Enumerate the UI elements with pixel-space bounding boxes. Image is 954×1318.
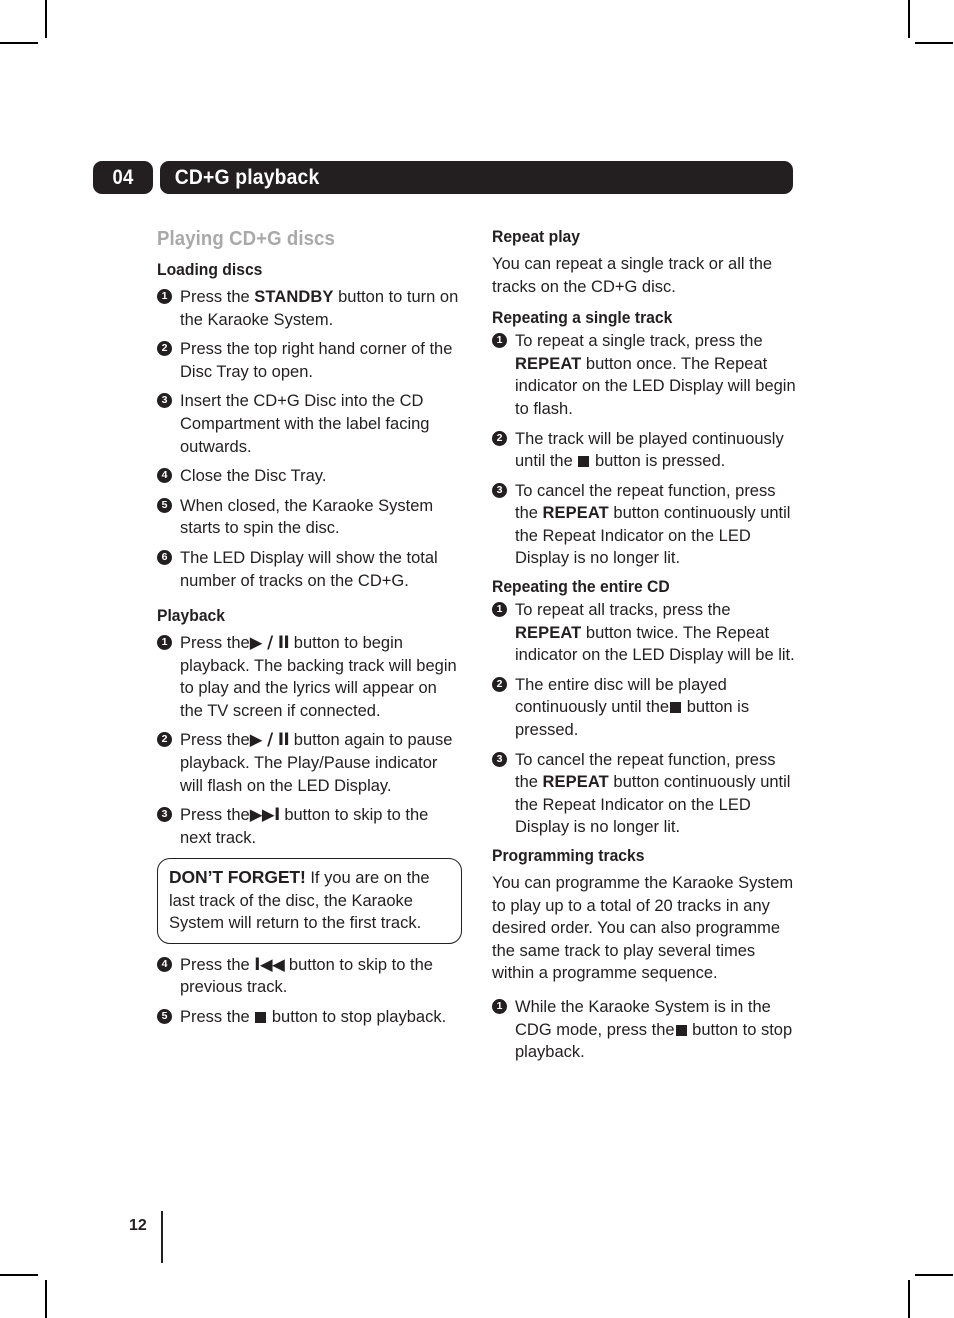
step-number-badge: 5 (157, 1008, 172, 1024)
instruction-step: 3 To cancel the repeat function, press th… (492, 749, 797, 839)
instruction-step: 4 Press the I◀◀ button to skip to the pre… (157, 954, 462, 999)
crop-mark-bottom-right-horizontal (915, 1274, 953, 1276)
instruction-step: 2 The track will be played continuously u… (492, 428, 797, 473)
instruction-step: 2 Press the▶ / II button again to pause p… (157, 729, 462, 797)
step-number-badge: 1 (157, 288, 172, 304)
button-name-label: REPEAT (515, 354, 582, 373)
footer-rule (161, 1211, 163, 1263)
instruction-step: 4 Close the Disc Tray. (157, 465, 462, 488)
steps-playback-after-callout: 4 Press the I◀◀ button to skip to the pre… (157, 954, 462, 1029)
heading-repeating-entire-cd: Repeating the entire CD (492, 578, 670, 597)
stop-button-icon (255, 1011, 267, 1023)
instruction-step: 1 Press the STANDBY button to turn on the… (157, 286, 462, 331)
crop-mark-top-left-vertical (45, 0, 47, 38)
steps-playback-before-callout: 1 Press the▶ / II button to begin playbac… (157, 632, 462, 849)
stop-button-icon (670, 702, 682, 714)
step-number-badge: 2 (157, 341, 172, 357)
instruction-step: 3 Insert the CD+G Disc into the CD Compar… (157, 390, 462, 458)
step-number-badge: 3 (492, 751, 507, 767)
heading-loading-discs: Loading discs (157, 261, 263, 279)
steps-programming-tracks: 1 While the Karaoke System is in the CDG … (492, 996, 797, 1064)
step-number-badge: 4 (157, 956, 172, 972)
heading-repeat-play: Repeat play (492, 228, 580, 246)
crop-mark-top-right-horizontal (915, 42, 953, 44)
instruction-step: 2 Press the top right hand corner of the … (157, 338, 462, 383)
transport-control-icon: ▶ / II (249, 633, 290, 653)
chapter-number-badge: 04 (93, 161, 153, 194)
chapter-title-bar: CD+G playback (160, 161, 793, 194)
dont-forget-callout: DON’T FORGET! If you are on the last tra… (157, 858, 462, 944)
instruction-step: 6 The LED Display will show the total num… (157, 547, 462, 592)
step-number-badge: 3 (492, 482, 507, 498)
right-column: Repeat play You can repeat a single trac… (492, 228, 797, 1071)
step-number-badge: 2 (492, 676, 507, 692)
crop-mark-top-right-vertical (908, 0, 910, 38)
steps-repeating-entire-cd: 1 To repeat all tracks, press the REPEAT … (492, 599, 797, 839)
paragraph-repeat-play-intro: You can repeat a single track or all the… (492, 254, 773, 296)
heading-repeating-single-track: Repeating a single track (492, 309, 673, 328)
heading-playback: Playback (157, 607, 225, 626)
instruction-step: 1 To repeat all tracks, press the REPEAT … (492, 599, 797, 667)
instruction-step: 1 To repeat a single track, press the REP… (492, 330, 797, 420)
step-number-badge: 2 (492, 430, 507, 446)
paragraph-programming-intro: You can programme the Karaoke System to … (492, 873, 794, 983)
section-title-playing-discs: Playing CD+G discs (157, 228, 335, 250)
callout-lead-label: DON’T FORGET! (169, 867, 306, 888)
heading-programming-tracks: Programming tracks (492, 846, 645, 865)
button-name-label: REPEAT (542, 504, 609, 523)
stop-button-icon (675, 1024, 687, 1036)
crop-mark-bottom-left-vertical (45, 1280, 47, 1318)
page-number: 12 (129, 1217, 147, 1234)
crop-mark-top-left-horizontal (0, 42, 38, 44)
button-name-label: STANDBY (254, 287, 334, 306)
steps-loading-discs: 1 Press the STANDBY button to turn on the… (157, 286, 462, 592)
chapter-header: 04 CD+G playback (93, 161, 793, 194)
steps-repeating-single-track: 1 To repeat a single track, press the REP… (492, 330, 797, 570)
step-number-badge: 1 (157, 635, 172, 651)
instruction-step: 5 When closed, the Karaoke System starts … (157, 495, 462, 540)
chapter-number-label: 04 (112, 165, 134, 189)
step-number-badge: 1 (492, 602, 507, 618)
page-title: CD+G playback (174, 165, 320, 189)
instruction-step: 3 To cancel the repeat function, press th… (492, 480, 797, 570)
left-column: Playing CD+G discs Loading discs 1 Press … (157, 228, 462, 1035)
instruction-step: 2 The entire disc will be played continuo… (492, 674, 797, 742)
stop-button-icon (578, 456, 590, 468)
step-number-badge: 1 (492, 998, 507, 1014)
button-name-label: REPEAT (542, 773, 609, 792)
instruction-step: 3 Press the▶▶I button to skip to the next… (157, 804, 462, 849)
transport-control-icon: I◀◀ (254, 954, 285, 974)
step-number-badge: 2 (157, 732, 172, 748)
step-number-badge: 6 (157, 549, 172, 565)
transport-control-icon: ▶ / II (249, 730, 290, 750)
step-number-badge: 3 (157, 393, 172, 409)
instruction-step: 1 Press the▶ / II button to begin playbac… (157, 632, 462, 722)
step-number-badge: 5 (157, 497, 172, 513)
crop-mark-bottom-left-horizontal (0, 1274, 38, 1276)
button-name-label: REPEAT (515, 623, 582, 642)
step-number-badge: 1 (492, 333, 507, 349)
step-number-badge: 4 (157, 468, 172, 484)
instruction-step: 1 While the Karaoke System is in the CDG … (492, 996, 797, 1064)
instruction-step: 5 Press the button to stop playback. (157, 1006, 462, 1029)
transport-control-icon: ▶▶I (249, 805, 281, 825)
crop-mark-bottom-right-vertical (908, 1280, 910, 1318)
step-number-badge: 3 (157, 807, 172, 823)
